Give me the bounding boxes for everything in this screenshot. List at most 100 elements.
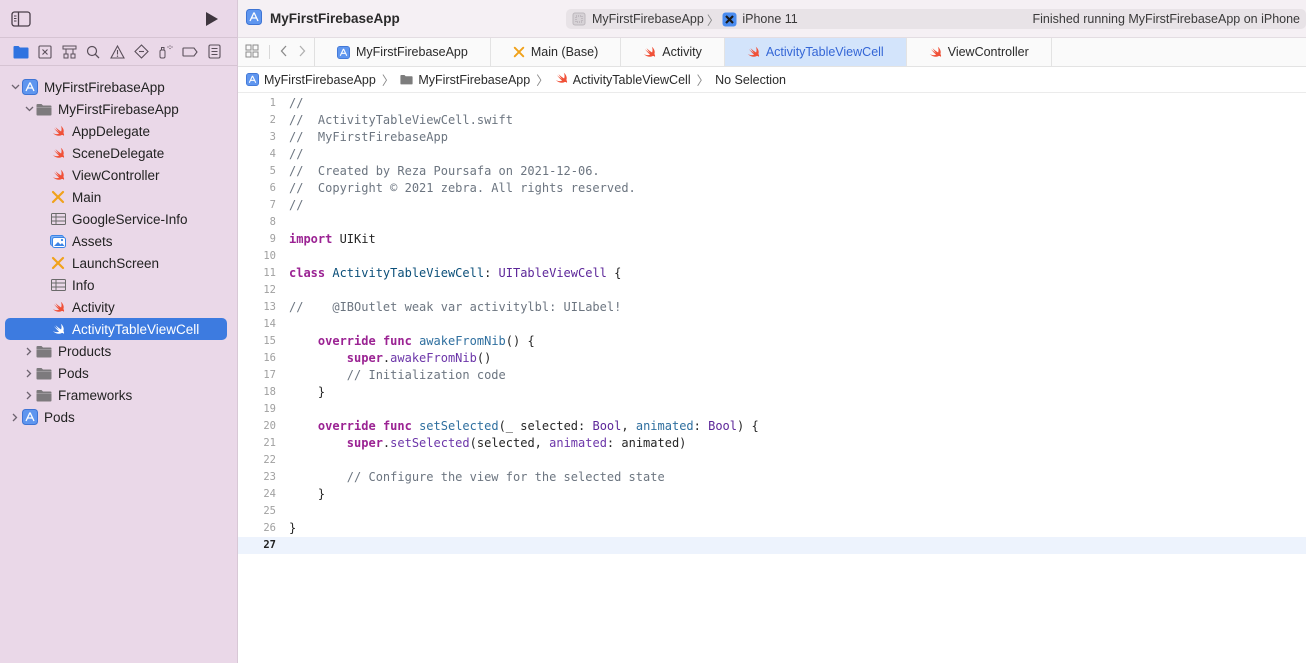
code-line[interactable]: 27 — [238, 537, 1306, 554]
disclosure-expanded-icon[interactable] — [8, 80, 22, 94]
plist-icon — [50, 211, 66, 227]
editor-tab[interactable]: ActivityTableViewCell — [724, 38, 907, 66]
disclosure-expanded-icon[interactable] — [22, 102, 36, 116]
code-line[interactable]: 15 override func awakeFromNib() { — [238, 333, 1306, 350]
disclosure-collapsed-icon[interactable] — [22, 388, 36, 402]
play-icon[interactable] — [201, 8, 223, 30]
code-line[interactable]: 13 // @IBOutlet weak var activitylbl: UIL… — [238, 299, 1306, 316]
line-number: 26 — [263, 522, 276, 534]
source-editor[interactable]: 1 // 2 // ActivityTableViewCell.swift 3 // My… — [238, 95, 1306, 663]
code-line[interactable]: 26} — [238, 520, 1306, 537]
source-control-icon[interactable] — [36, 43, 54, 61]
window-toolbar: MyFirstFirebaseApp MyFirstFirebaseApp 〉 … — [238, 0, 1306, 38]
navigator-item[interactable]: SceneDelegate — [5, 142, 227, 164]
diamond-icon[interactable] — [133, 43, 151, 61]
navigator-item[interactable]: GoogleService-Info — [5, 208, 227, 230]
navigator-item[interactable]: Info — [5, 274, 227, 296]
search-icon[interactable] — [84, 43, 102, 61]
navigator-item[interactable]: AppDelegate — [5, 120, 227, 142]
code-line[interactable]: 10 — [238, 248, 1306, 265]
code-line[interactable]: 12 — [238, 282, 1306, 299]
code-line[interactable]: 6 // Copyright © 2021 zebra. All rights r… — [238, 180, 1306, 197]
report-icon[interactable] — [205, 43, 223, 61]
code-line[interactable]: 25 — [238, 503, 1306, 520]
navigator-item-label: Main — [72, 189, 102, 205]
folder-icon — [36, 387, 52, 403]
code-line[interactable]: 4 // — [238, 146, 1306, 163]
line-number: 13 — [263, 301, 276, 313]
swift-icon — [50, 145, 66, 161]
disclosure-collapsed-icon[interactable] — [22, 344, 36, 358]
navigator-item[interactable]: ViewController — [5, 164, 227, 186]
code-line[interactable]: 23 // Configure the view for the selecte… — [238, 469, 1306, 486]
spray-icon[interactable] — [157, 43, 175, 61]
code-line[interactable]: 1 // — [238, 95, 1306, 112]
code-line[interactable]: 20 override func setSelected(_ selected:… — [238, 418, 1306, 435]
swift-icon — [50, 321, 66, 337]
code-line[interactable]: 8 — [238, 214, 1306, 231]
navigator-item[interactable]: Frameworks — [5, 384, 227, 406]
scheme-device[interactable]: iPhone 11 — [742, 12, 797, 26]
folder-icon — [36, 101, 52, 117]
code-line[interactable]: 17 // Initialization code — [238, 367, 1306, 384]
navigator-item[interactable]: MyFirstFirebaseApp — [5, 98, 227, 120]
disclosure-collapsed-icon[interactable] — [8, 410, 22, 424]
back-chevron-icon[interactable] — [280, 45, 288, 60]
code-line[interactable]: 19 — [238, 401, 1306, 418]
disclosure-collapsed-icon[interactable] — [22, 366, 36, 380]
code-line[interactable]: 3 // MyFirstFirebaseApp — [238, 129, 1306, 146]
scheme-selector[interactable]: MyFirstFirebaseApp 〉 iPhone 11 Finished … — [566, 9, 1306, 29]
code-text: super.awakeFromNib() — [346, 351, 492, 365]
code-line[interactable]: 2 // ActivityTableViewCell.swift — [238, 112, 1306, 129]
editor-tab[interactable]: Activity — [621, 38, 725, 66]
code-line[interactable]: 11 class ActivityTableViewCell: UITableVi… — [238, 265, 1306, 282]
code-text: import UIKit — [289, 232, 376, 246]
related-items-icon[interactable] — [245, 44, 259, 61]
code-line[interactable]: 16 super.awakeFromNib() — [238, 350, 1306, 367]
line-number: 2 — [269, 114, 276, 126]
line-number: 17 — [263, 369, 276, 381]
editor-tab[interactable]: MyFirstFirebaseApp — [315, 38, 491, 66]
code-text: // Configure the view for the selected s… — [289, 470, 665, 484]
navigator-item[interactable]: Pods — [5, 362, 227, 384]
navigator-item[interactable]: LaunchScreen — [5, 252, 227, 274]
breakpoint-icon[interactable] — [181, 43, 199, 61]
folder-icon[interactable] — [12, 43, 30, 61]
navigator-item[interactable]: Main — [5, 186, 227, 208]
code-text: // ActivityTableViewCell.swift — [289, 113, 513, 127]
code-line[interactable]: 24 } — [238, 486, 1306, 503]
forward-chevron-icon[interactable] — [298, 45, 306, 60]
code-line[interactable]: 14 — [238, 316, 1306, 333]
jumpbar-project[interactable]: MyFirstFirebaseApp — [246, 73, 376, 87]
line-number: 15 — [263, 335, 276, 347]
code-line[interactable]: 18 } — [238, 384, 1306, 401]
editor-tab[interactable]: Main (Base) — [491, 38, 622, 66]
navigator-item[interactable]: Pods — [5, 406, 227, 428]
code-line[interactable]: 22 — [238, 452, 1306, 469]
project-title: MyFirstFirebaseApp — [270, 11, 400, 26]
scheme-target[interactable]: MyFirstFirebaseApp — [592, 12, 704, 26]
navigator-item[interactable]: Assets — [5, 230, 227, 252]
navigator-item[interactable]: Products — [5, 340, 227, 362]
editor-tab-label: ActivityTableViewCell — [765, 45, 884, 59]
navigator-item[interactable]: MyFirstFirebaseApp — [5, 76, 227, 98]
jumpbar-group[interactable]: MyFirstFirebaseApp — [400, 73, 530, 87]
code-text: } — [289, 521, 297, 535]
navigator-item[interactable]: Activity — [5, 296, 227, 318]
jumpbar-file[interactable]: ActivityTableViewCell — [555, 72, 691, 87]
editor-tab[interactable]: ViewController — [907, 38, 1052, 66]
sidebar-toggle-icon[interactable] — [10, 8, 32, 30]
code-line[interactable]: 7 // — [238, 197, 1306, 214]
jumpbar-selection[interactable]: No Selection — [715, 73, 786, 87]
code-line[interactable]: 9 import UIKit — [238, 231, 1306, 248]
code-line[interactable]: 21 super.setSelected(selected, animated:… — [238, 435, 1306, 452]
navigator-item[interactable]: ActivityTableViewCell — [5, 318, 227, 340]
line-number: 4 — [269, 148, 276, 160]
line-number: 6 — [269, 182, 276, 194]
divider — [269, 45, 270, 59]
warning-icon[interactable] — [109, 43, 127, 61]
line-number: 8 — [269, 216, 276, 228]
hierarchy-icon[interactable] — [60, 43, 78, 61]
navigator-item-label: Products — [58, 343, 112, 359]
code-line[interactable]: 5 // Created by Reza Poursafa on 2021-12-… — [238, 163, 1306, 180]
